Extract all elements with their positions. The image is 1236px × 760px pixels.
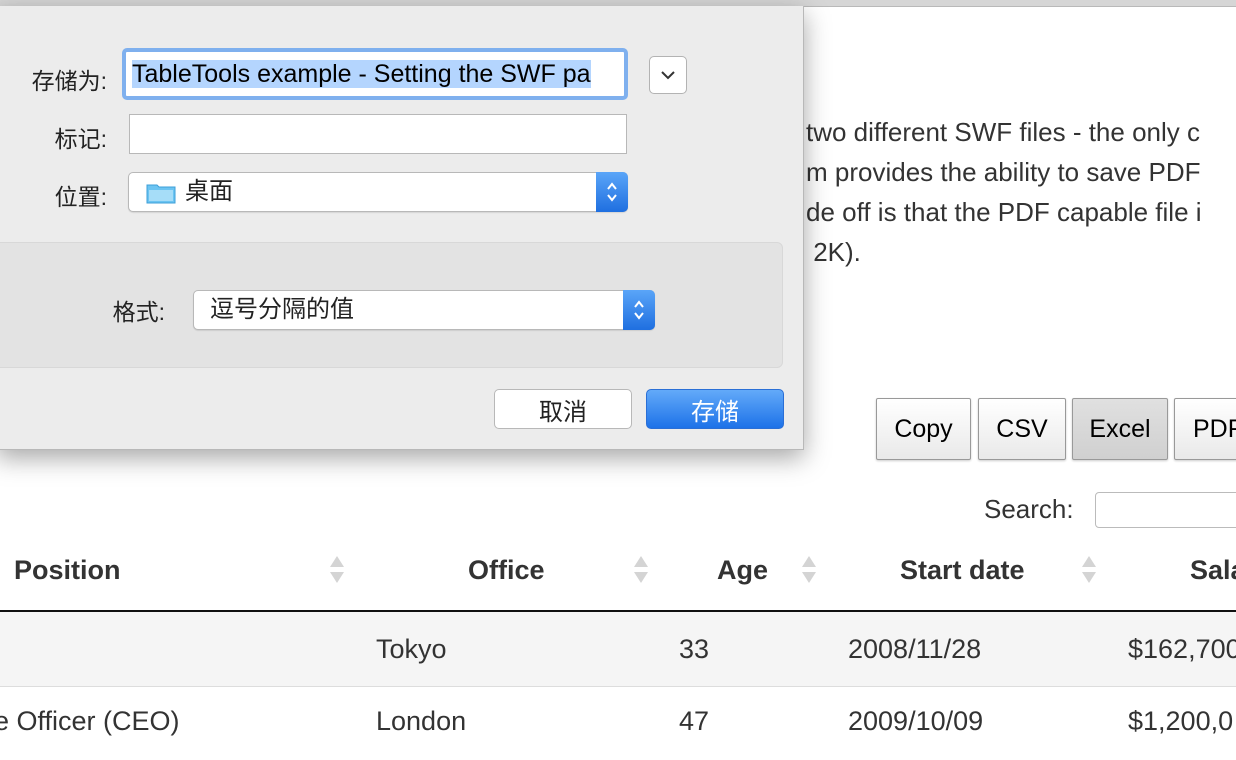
chevron-down-icon — [661, 71, 675, 80]
filename-input[interactable]: TableTools example - Setting the SWF pa — [122, 48, 628, 100]
table-header: Position Office Age Start date Sala — [0, 540, 1236, 612]
copy-button[interactable]: Copy — [876, 398, 971, 460]
up-down-chevron-icon — [623, 290, 655, 330]
filename-text: TableTools example - Setting the SWF pa — [132, 60, 591, 88]
format-value: 逗号分隔的值 — [210, 296, 354, 323]
format-popup[interactable]: 逗号分隔的值 — [193, 290, 655, 330]
cell-age: 33 — [679, 634, 710, 664]
column-header-start-date[interactable]: Start date — [900, 540, 1025, 610]
description-line: 2K). — [806, 237, 861, 267]
save-button[interactable]: 存储 — [646, 389, 784, 429]
cell-office: London — [376, 706, 467, 736]
cell-salary: $162,700 — [1128, 634, 1236, 664]
page-description: two different SWF files - the only c m p… — [806, 112, 1202, 272]
excel-button[interactable]: Excel — [1072, 398, 1168, 460]
expand-dialog-button[interactable] — [649, 56, 687, 94]
cell-start-date: 2009/10/09 — [848, 706, 984, 736]
description-line: two different SWF files - the only c — [806, 117, 1200, 147]
format-label: 格式: — [112, 299, 165, 325]
folder-icon — [146, 184, 176, 204]
table-row[interactable]: Tokyo 33 2008/11/28 $162,700 — [0, 612, 1236, 687]
save-as-label: 存储为: — [31, 68, 107, 94]
save-dialog: 存储为: TableTools example - Setting the SW… — [0, 6, 804, 450]
cell-start-date: 2008/11/28 — [848, 634, 982, 664]
description-line: m provides the ability to save PDF — [806, 157, 1201, 187]
location-label: 位置: — [54, 184, 107, 210]
cell-salary: $1,200,0 — [1128, 706, 1234, 736]
sort-icon[interactable] — [1082, 556, 1096, 584]
column-header-position[interactable]: Position — [14, 540, 121, 610]
location-popup[interactable]: 桌面 — [128, 172, 628, 212]
column-header-salary[interactable]: Sala — [1190, 540, 1236, 610]
location-value: 桌面 — [185, 178, 233, 205]
table-row[interactable]: e Officer (CEO) London 47 2009/10/09 $1,… — [0, 686, 1236, 760]
cell-office: Tokyo — [376, 634, 447, 664]
tags-input[interactable] — [129, 114, 627, 154]
sort-icon[interactable] — [634, 556, 648, 584]
cell-age: 47 — [679, 706, 710, 736]
sort-icon[interactable] — [802, 556, 816, 584]
tags-label: 标记: — [54, 126, 107, 152]
column-header-office[interactable]: Office — [468, 540, 545, 610]
column-header-age[interactable]: Age — [717, 540, 768, 610]
pdf-button[interactable]: PDF — [1174, 398, 1236, 460]
csv-button[interactable]: CSV — [978, 398, 1066, 460]
cell-position: e Officer (CEO) — [0, 706, 180, 736]
description-line: de off is that the PDF capable file i — [806, 197, 1202, 227]
up-down-chevron-icon — [596, 172, 628, 212]
cancel-button[interactable]: 取消 — [494, 389, 632, 429]
search-label: Search: — [984, 494, 1074, 524]
search-input[interactable] — [1095, 492, 1236, 528]
format-options-panel: 格式: 逗号分隔的值 — [0, 242, 783, 368]
sort-icon[interactable] — [330, 556, 344, 584]
